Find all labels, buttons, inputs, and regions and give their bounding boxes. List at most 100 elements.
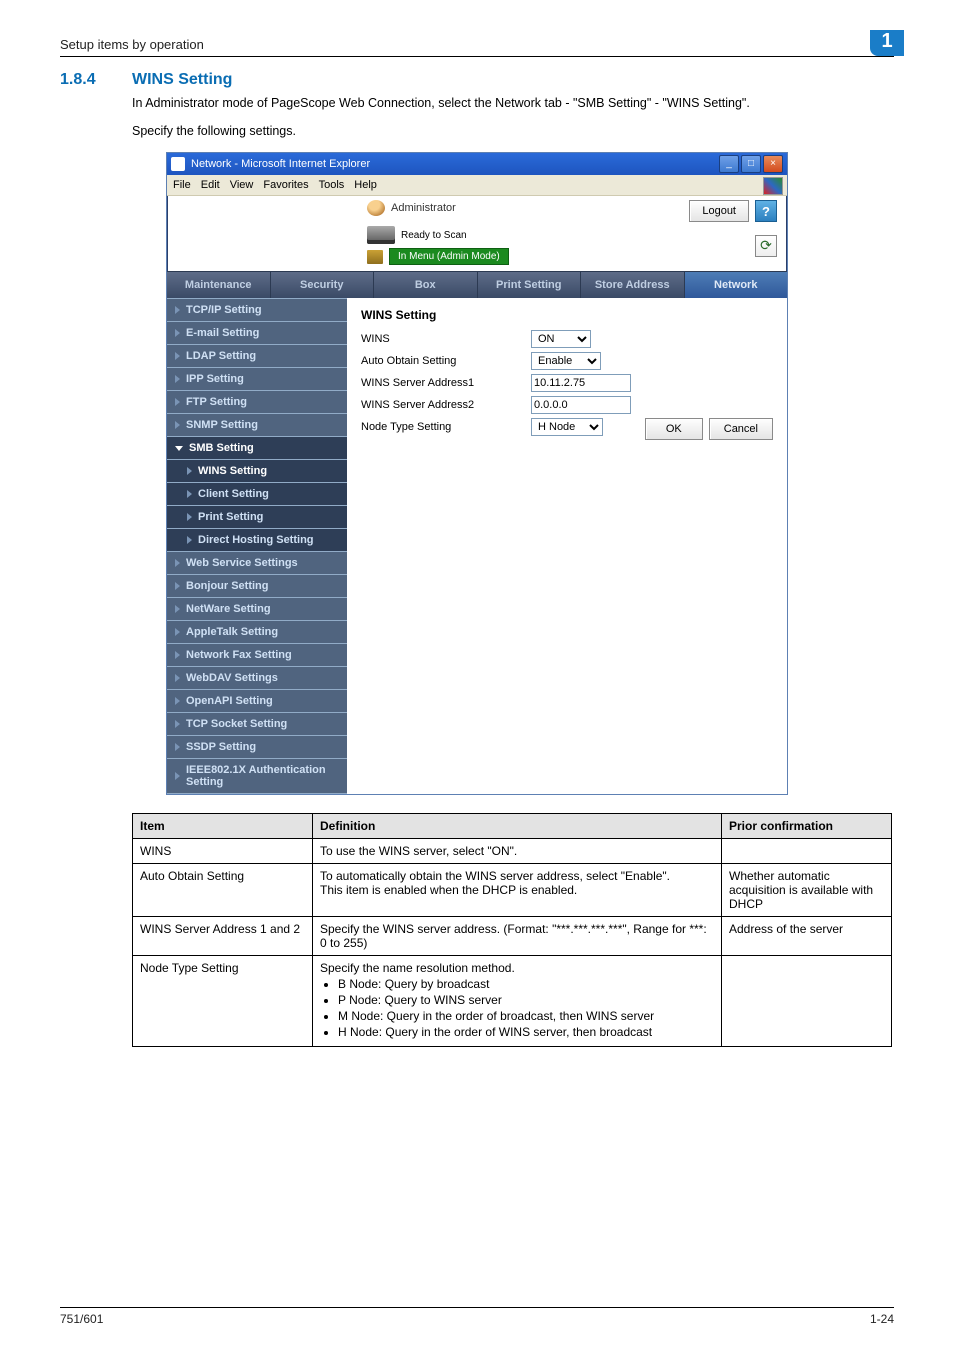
list-item: H Node: Query in the order of WINS serve… — [338, 1025, 714, 1039]
window-title: Network - Microsoft Internet Explorer — [191, 158, 719, 170]
status-text: Ready to Scan — [401, 230, 467, 241]
window-titlebar[interactable]: Network - Microsoft Internet Explorer _ … — [167, 153, 787, 175]
tab-print-setting[interactable]: Print Setting — [478, 272, 582, 298]
form-button-row: OK Cancel — [645, 418, 773, 440]
printer-icon — [367, 226, 395, 244]
menu-file[interactable]: File — [173, 179, 191, 191]
ok-button[interactable]: OK — [645, 418, 703, 440]
sidebar-item-print[interactable]: Print Setting — [167, 505, 347, 528]
cell-prior — [722, 956, 892, 1047]
tab-bar: Maintenance Security Box Print Setting S… — [167, 271, 787, 298]
cell-prior: Whether automatic acquisition is availab… — [722, 864, 892, 917]
sidebar-item-snmp[interactable]: SNMP Setting — [167, 413, 347, 436]
cell-item: Node Type Setting — [133, 956, 313, 1047]
tab-store-address[interactable]: Store Address — [581, 272, 685, 298]
label-addr1: WINS Server Address1 — [361, 377, 531, 389]
help-button[interactable]: ? — [755, 200, 777, 222]
sidebar-item-direct-hosting[interactable]: Direct Hosting Setting — [167, 528, 347, 551]
definitions-table-wrapper: Item Definition Prior confirmation WINS … — [132, 813, 892, 1047]
sidebar-item-ieee[interactable]: IEEE802.1X Authentication Setting — [167, 758, 347, 794]
administrator-label-group: Administrator — [367, 200, 456, 216]
sidebar-item-network-fax[interactable]: Network Fax Setting — [167, 643, 347, 666]
table-row: Auto Obtain Setting To automatically obt… — [133, 864, 892, 917]
form-row-wins: WINS ON — [361, 330, 773, 348]
label-addr2: WINS Server Address2 — [361, 399, 531, 411]
list-item: P Node: Query to WINS server — [338, 993, 714, 1007]
maximize-button[interactable]: □ — [741, 155, 761, 173]
form-row-addr2: WINS Server Address2 — [361, 396, 773, 414]
admin-mode-pill: In Menu (Admin Mode) — [389, 248, 509, 265]
cell-definition: To use the WINS server, select "ON". — [313, 839, 722, 864]
refresh-button[interactable]: ⟳ — [755, 235, 777, 257]
tab-network[interactable]: Network — [685, 272, 788, 298]
cell-definition: Specify the name resolution method. B No… — [313, 956, 722, 1047]
sidebar-item-ssdp[interactable]: SSDP Setting — [167, 735, 347, 758]
close-button[interactable]: × — [763, 155, 783, 173]
sidebar-item-email[interactable]: E-mail Setting — [167, 321, 347, 344]
sidebar-item-ipp[interactable]: IPP Setting — [167, 367, 347, 390]
ie-window: Network - Microsoft Internet Explorer _ … — [166, 152, 788, 795]
form-row-addr1: WINS Server Address1 — [361, 374, 773, 392]
minimize-button[interactable]: _ — [719, 155, 739, 173]
menu-tools[interactable]: Tools — [319, 179, 345, 191]
form-heading: WINS Setting — [361, 308, 773, 322]
tab-maintenance[interactable]: Maintenance — [167, 272, 271, 298]
sidebar-item-netware[interactable]: NetWare Setting — [167, 597, 347, 620]
header-buttons: Logout ? — [689, 200, 777, 222]
sidebar-item-ftp[interactable]: FTP Setting — [167, 390, 347, 413]
sidebar-item-appletalk[interactable]: AppleTalk Setting — [167, 620, 347, 643]
form-row-auto-obtain: Auto Obtain Setting Enable — [361, 352, 773, 370]
page-footer: 751/601 1-24 — [60, 1307, 894, 1326]
administrator-label: Administrator — [391, 202, 456, 214]
content-area: TCP/IP Setting E-mail Setting LDAP Setti… — [167, 298, 787, 794]
th-item: Item — [133, 814, 313, 839]
table-header-row: Item Definition Prior confirmation — [133, 814, 892, 839]
content-pane: WINS Setting WINS ON Auto Obtain Setting… — [347, 298, 787, 794]
menu-favorites[interactable]: Favorites — [263, 179, 308, 191]
intro-paragraph-1: In Administrator mode of PageScope Web C… — [132, 95, 894, 113]
intro-paragraph-2: Specify the following settings. — [132, 123, 894, 141]
table-row: WINS To use the WINS server, select "ON"… — [133, 839, 892, 864]
table-row: WINS Server Address 1 and 2 Specify the … — [133, 917, 892, 956]
list-item: M Node: Query in the order of broadcast,… — [338, 1009, 714, 1023]
table-row: Node Type Setting Specify the name resol… — [133, 956, 892, 1047]
sidebar-item-wins[interactable]: WINS Setting — [167, 459, 347, 482]
cancel-button[interactable]: Cancel — [709, 418, 773, 440]
select-wins[interactable]: ON — [531, 330, 591, 348]
select-node-type[interactable]: H Node — [531, 418, 603, 436]
menu-help[interactable]: Help — [354, 179, 377, 191]
sidebar-item-client[interactable]: Client Setting — [167, 482, 347, 505]
sidebar-item-openapi[interactable]: OpenAPI Setting — [167, 689, 347, 712]
tab-security[interactable]: Security — [271, 272, 375, 298]
node-type-list: B Node: Query by broadcast P Node: Query… — [320, 977, 714, 1039]
tab-box[interactable]: Box — [374, 272, 478, 298]
sidebar-item-smb[interactable]: SMB Setting — [167, 436, 347, 459]
menu-view[interactable]: View — [230, 179, 254, 191]
menu-edit[interactable]: Edit — [201, 179, 220, 191]
section-number: 1.8.4 — [60, 71, 112, 89]
select-auto-obtain[interactable]: Enable — [531, 352, 601, 370]
ie-icon — [171, 157, 185, 171]
page: Setup items by operation 1 1.8.4 WINS Se… — [0, 0, 954, 1350]
user-icon — [367, 200, 385, 216]
cell-definition: To automatically obtain the WINS server … — [313, 864, 722, 917]
sidebar-item-ldap[interactable]: LDAP Setting — [167, 344, 347, 367]
sidebar-item-tcp-socket[interactable]: TCP Socket Setting — [167, 712, 347, 735]
ie-menubar: File Edit View Favorites Tools Help — [167, 175, 787, 196]
window-controls: _ □ × — [719, 155, 783, 173]
cell-prior — [722, 839, 892, 864]
input-addr1[interactable] — [531, 374, 631, 392]
sidebar-item-web-service[interactable]: Web Service Settings — [167, 551, 347, 574]
label-node-type: Node Type Setting — [361, 421, 531, 433]
sidebar-item-tcpip[interactable]: TCP/IP Setting — [167, 298, 347, 321]
sidebar-item-webdav[interactable]: WebDAV Settings — [167, 666, 347, 689]
label-auto-obtain: Auto Obtain Setting — [361, 355, 531, 367]
input-addr2[interactable] — [531, 396, 631, 414]
folder-icon — [367, 250, 383, 264]
list-item: B Node: Query by broadcast — [338, 977, 714, 991]
cell-item: WINS Server Address 1 and 2 — [133, 917, 313, 956]
sidebar-item-bonjour[interactable]: Bonjour Setting — [167, 574, 347, 597]
th-prior: Prior confirmation — [722, 814, 892, 839]
cell-item: WINS — [133, 839, 313, 864]
logout-button[interactable]: Logout — [689, 200, 749, 222]
